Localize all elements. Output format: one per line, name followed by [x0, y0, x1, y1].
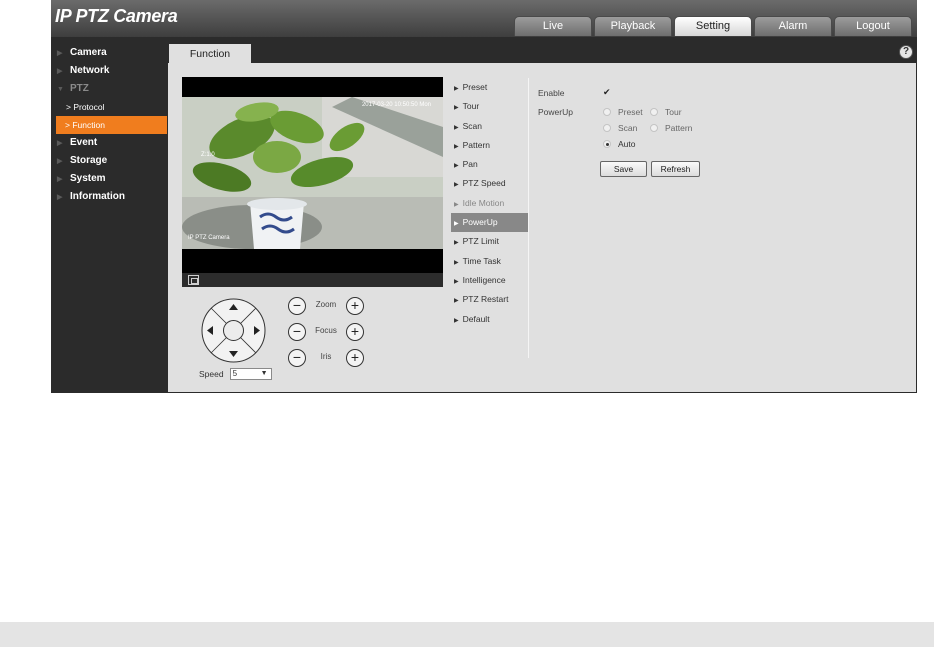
settings-sidebar: ▶ Camera ▶ Network ▼ PTZ > Protocol > Funct…	[51, 44, 168, 206]
sidebar-item-storage[interactable]: ▶ Storage	[51, 152, 168, 170]
function-item-default[interactable]: ▶ Default	[451, 310, 528, 329]
live-video-preview: 2017-03-20 10:50:50 Mon Z:1.0 IP PTZ Cam…	[182, 77, 443, 273]
triangle-right-icon: ▶	[454, 143, 459, 150]
refresh-button[interactable]: Refresh	[651, 161, 700, 177]
triangle-right-icon: ▶	[454, 278, 459, 285]
tab-logout[interactable]: Logout	[834, 16, 912, 36]
video-camera-label: IP PTZ Camera	[188, 235, 230, 241]
sidebar-subitem-function[interactable]: > Function	[56, 116, 167, 134]
chevron-right-icon: ▶	[57, 50, 63, 57]
zoom-control: − Zoom +	[288, 297, 368, 317]
speed-label: Speed	[199, 369, 224, 379]
content-tab-bar: Function ?	[168, 44, 916, 64]
triangle-right-icon: ▶	[454, 221, 459, 228]
tab-alarm[interactable]: Alarm	[754, 16, 832, 36]
function-item-ptz-speed[interactable]: ▶ PTZ Speed	[451, 174, 528, 193]
chevron-right-icon: ▶	[57, 176, 63, 183]
triangle-right-icon: ▶	[454, 201, 459, 208]
sidebar-item-network[interactable]: ▶ Network	[51, 62, 168, 80]
sidebar-item-camera[interactable]: ▶ Camera	[51, 44, 168, 62]
function-item-intelligence[interactable]: ▶ Intelligence	[451, 271, 528, 290]
video-toolbar	[182, 273, 443, 287]
fullscreen-icon[interactable]	[188, 275, 199, 285]
sidebar-item-system[interactable]: ▶ System	[51, 170, 168, 188]
app-logo: IP PTZ Camera	[55, 6, 178, 26]
iris-close-button[interactable]: −	[288, 349, 306, 367]
function-item-tour[interactable]: ▶ Tour	[451, 97, 528, 116]
triangle-right-icon: ▶	[454, 182, 459, 189]
speed-value: 5	[232, 369, 238, 378]
radio-preset[interactable]	[603, 108, 611, 116]
enable-checkbox[interactable]: ✔	[603, 88, 611, 97]
powerup-label: PowerUp	[538, 107, 573, 117]
content-panel: Function ? 2017-03-20 10:50:50 Mon Z:1.0…	[168, 44, 916, 392]
chevron-right-icon: ▶	[57, 194, 63, 201]
page-footer-bar	[0, 622, 934, 647]
radio-auto[interactable]	[603, 140, 611, 148]
triangle-right-icon: ▶	[454, 317, 459, 324]
tab-setting[interactable]: Setting	[674, 16, 752, 36]
function-item-ptz-limit[interactable]: ▶ PTZ Limit	[451, 232, 528, 251]
radio-preset-label: Preset	[618, 107, 643, 117]
main-nav-tabs: Live Playback Setting Alarm Logout	[514, 16, 912, 36]
triangle-right-icon: ▶	[454, 105, 459, 112]
radio-pattern-label: Pattern	[665, 123, 693, 133]
content-tab-function[interactable]: Function	[169, 44, 251, 64]
chevron-right-icon: ▶	[57, 140, 63, 147]
triangle-right-icon: ▶	[454, 163, 459, 170]
function-item-ptz-restart[interactable]: ▶ PTZ Restart	[451, 290, 528, 309]
radio-scan-label: Scan	[618, 123, 638, 133]
zoom-out-button[interactable]: −	[288, 297, 306, 315]
function-item-time-task[interactable]: ▶ Time Task	[451, 252, 528, 271]
triangle-right-icon: ▶	[454, 259, 459, 266]
radio-pattern[interactable]	[650, 124, 658, 132]
help-icon[interactable]: ?	[899, 45, 913, 59]
zoom-in-button[interactable]: +	[346, 297, 364, 315]
zoom-label: Zoom	[315, 300, 337, 309]
focus-far-button[interactable]: +	[346, 323, 364, 341]
triangle-right-icon: ▶	[454, 86, 459, 92]
save-button[interactable]: Save	[600, 161, 647, 177]
header-bar: IP PTZ Camera Live Playback Setting Alar…	[51, 0, 917, 37]
video-timestamp: 2017-03-20 10:50:50 Mon	[361, 102, 431, 108]
chevron-right-icon: ▶	[57, 158, 63, 165]
enable-label: Enable	[538, 88, 565, 98]
triangle-right-icon: ▶	[454, 124, 459, 131]
triangle-right-icon: ▶	[454, 298, 459, 305]
iris-label: Iris	[320, 352, 332, 361]
video-frame-image	[182, 97, 443, 249]
ptz-speed-control: Speed 5 ▼	[199, 368, 272, 380]
radio-tour-label: Tour	[665, 107, 682, 117]
chevron-right-icon: ▶	[57, 68, 63, 75]
video-zoom-overlay: Z:1.0	[201, 152, 215, 158]
tab-playback[interactable]: Playback	[594, 16, 672, 36]
app-window: IP PTZ Camera Live Playback Setting Alar…	[51, 0, 917, 393]
tab-live[interactable]: Live	[514, 16, 592, 36]
sidebar-item-ptz[interactable]: ▼ PTZ	[51, 80, 168, 98]
speed-select[interactable]: 5 ▼	[229, 368, 272, 380]
ptz-direction-pad[interactable]	[201, 298, 266, 363]
function-list: ▶ Preset ▶ Tour ▶ Scan ▶ Pattern ▶ Pan ▶ PTZ S…	[451, 78, 529, 358]
radio-tour[interactable]	[650, 108, 658, 116]
function-item-idle-motion[interactable]: ▶ Idle Motion	[451, 194, 528, 213]
function-item-pattern[interactable]: ▶ Pattern	[451, 136, 528, 155]
focus-label: Focus	[315, 326, 337, 335]
function-item-preset[interactable]: ▶ Preset	[451, 78, 528, 97]
iris-open-button[interactable]: +	[346, 349, 364, 367]
focus-near-button[interactable]: −	[288, 323, 306, 341]
function-item-pan[interactable]: ▶ Pan	[451, 155, 528, 174]
iris-control: − Iris +	[288, 349, 368, 369]
sidebar-item-event[interactable]: ▶ Event	[51, 134, 168, 152]
triangle-right-icon: ▶	[454, 240, 459, 247]
radio-scan[interactable]	[603, 124, 611, 132]
radio-auto-label: Auto	[618, 139, 636, 149]
sidebar-item-information[interactable]: ▶ Information	[51, 188, 168, 206]
chevron-down-icon: ▼	[57, 86, 64, 93]
function-item-scan[interactable]: ▶ Scan	[451, 117, 528, 136]
function-item-powerup[interactable]: ▶ PowerUp	[451, 213, 528, 233]
chevron-down-icon: ▼	[260, 370, 268, 377]
sidebar-subitem-protocol[interactable]: > Protocol	[51, 98, 168, 116]
focus-control: − Focus +	[288, 323, 368, 343]
